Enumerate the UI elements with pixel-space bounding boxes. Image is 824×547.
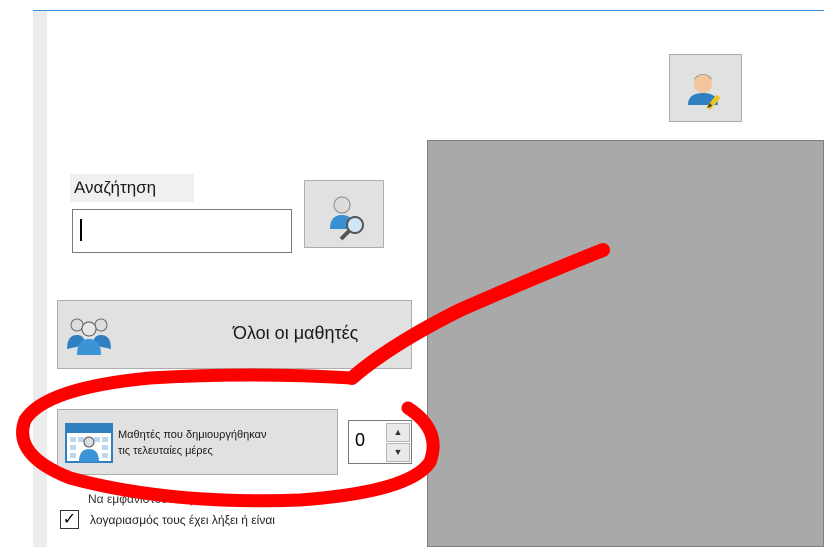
content-panel [427,140,824,547]
user-edit-icon [688,74,721,111]
spinner-up-button[interactable]: ▲ [386,423,410,442]
recent-students-button[interactable]: Μαθητές που δημιουργήθηκαν τις τελευταίε… [57,409,338,475]
days-spinner[interactable]: 0 ▲ ▼ [348,420,412,464]
users-calendar-icon [65,423,113,463]
recent-students-label-line1: Μαθητές που δημιουργήθηκαν [118,429,267,441]
user-search-icon [330,196,364,241]
expired-accounts-checkbox[interactable]: ✓ [60,510,79,529]
edit-user-button[interactable] [669,54,742,122]
search-label: Αναζήτηση [70,174,194,202]
search-student-button[interactable] [304,180,384,248]
expired-accounts-label: λογαριασμός τους έχει λήξει ή είναι [90,513,275,527]
all-students-button[interactable]: Όλοι οι μαθητές [57,300,412,369]
recent-students-label-line2: τις τελευταίες μέρες [118,445,213,457]
expired-filter-caption: Να εμφανιστούν οι μαθητές που ο [88,492,268,506]
days-spinner-value[interactable]: 0 [355,430,365,451]
all-students-label: Όλοι οι μαθητές [233,323,359,343]
window-top-border [33,10,824,11]
search-input[interactable] [72,209,292,253]
users-group-icon [67,318,111,355]
recent-students-label: Μαθητές που δημιουργήθηκαν τις τελευταίε… [118,427,333,459]
left-edge-strip [33,11,47,547]
spinner-down-button[interactable]: ▼ [386,443,410,462]
text-caret [80,219,82,241]
